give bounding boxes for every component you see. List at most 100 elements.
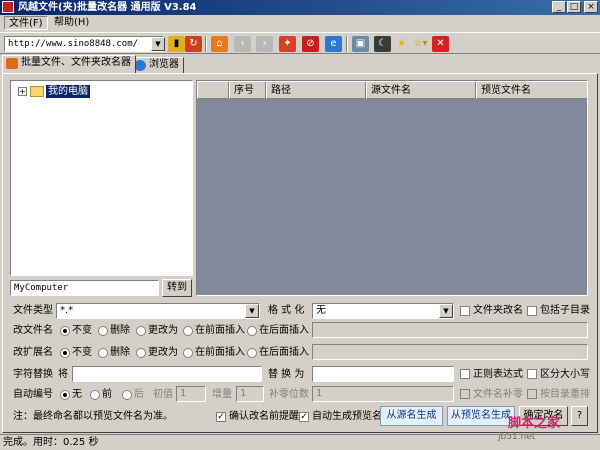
radio-label: 后 (134, 389, 144, 400)
by-dir-label: 按目录重排 (540, 389, 590, 400)
rename-file-radio-suffix[interactable] (247, 326, 257, 336)
rename-ext-radio-prefix[interactable] (183, 348, 193, 358)
folder-rename-checkbox[interactable] (460, 306, 470, 316)
rename-ext-radio-keep[interactable] (60, 348, 70, 358)
stop-icon[interactable]: ⊘ (302, 36, 319, 52)
file-type-dropdown[interactable]: ▼ (245, 304, 259, 318)
watermark-logo: 脚本之家 (508, 416, 561, 431)
rename-file-label: 改文件名 (13, 325, 53, 336)
pause-icon[interactable]: ▮ (168, 36, 185, 52)
folder-tree[interactable]: + 我的电脑 (10, 80, 193, 276)
format-dropdown[interactable]: ▼ (439, 304, 453, 318)
add-favorite-icon[interactable]: ☆▾ (412, 36, 429, 52)
start-input[interactable]: 1 (176, 386, 206, 402)
ie-icon[interactable]: e (325, 36, 342, 52)
start-label: 初值 (153, 389, 173, 400)
confirm-checkbox[interactable]: ✓ (216, 412, 226, 422)
autonum-radio-back[interactable] (122, 390, 132, 400)
case-checkbox[interactable] (527, 369, 537, 379)
tab-batch-rename[interactable]: 批量文件、文件夹改名器 (2, 55, 136, 73)
gen-from-preview-button[interactable]: 从预览名生成 (447, 406, 515, 426)
radio-label: 在后面插入 (259, 347, 309, 358)
app-window: 风越文件(夹)批量改名器 通用版 V3.84 _ □ × 文件(F) 帮助(H)… (0, 0, 600, 450)
autonum-radio-front[interactable] (90, 390, 100, 400)
minimize-button[interactable]: _ (552, 1, 566, 13)
url-dropdown-button[interactable]: ▼ (151, 37, 165, 51)
regex-checkbox[interactable] (460, 369, 470, 379)
rename-file-radio-keep[interactable] (60, 326, 70, 336)
step-input[interactable]: 1 (236, 386, 264, 402)
rename-file-radio-prefix[interactable] (183, 326, 193, 336)
rename-ext-label: 改扩展名 (13, 347, 53, 358)
autonum-label: 自动编号 (13, 389, 53, 400)
auto-preview-checkbox[interactable]: ✓ (299, 412, 309, 422)
replace-from-input[interactable] (72, 366, 262, 382)
grid-col-source-name[interactable]: 源文件名 (366, 81, 476, 99)
status-bar: 完成。用时：0.25 秒 (0, 434, 600, 450)
tab-batch-rename-label: 批量文件、文件夹改名器 (21, 57, 131, 68)
tab-browser[interactable]: 浏览器 (130, 57, 184, 73)
tab-strip: 批量文件、文件夹改名器 浏览器 (0, 55, 600, 73)
refresh-icon[interactable]: ↻ (185, 36, 202, 52)
rename-file-radio-delete[interactable] (98, 326, 108, 336)
close-red-icon[interactable]: ✕ (432, 36, 449, 52)
grid-col-index[interactable]: 序号 (229, 81, 266, 99)
radio-label: 不变 (72, 325, 92, 336)
window-icon[interactable]: ▣ (352, 36, 369, 52)
star-icon[interactable]: ★ (393, 36, 410, 52)
file-pad-checkbox[interactable] (460, 389, 470, 399)
radio-label: 在后面插入 (259, 325, 309, 336)
include-sub-label: 包括子目录 (540, 305, 590, 316)
replace-to-input[interactable] (312, 366, 454, 382)
back-icon[interactable]: ‹ (234, 36, 251, 52)
rename-ext-input[interactable] (312, 344, 588, 360)
step-label: 增量 (212, 389, 232, 400)
toolbar: http://www.sino8848.com/ ▼ ▮ ↻ ⌂ ‹ › ✦ ⊘… (0, 32, 600, 54)
home-icon[interactable]: ⌂ (211, 36, 228, 52)
autonum-radio-none[interactable] (60, 390, 70, 400)
grid-col-check[interactable] (197, 81, 229, 99)
forward-icon[interactable]: › (256, 36, 273, 52)
rename-file-input[interactable] (312, 322, 588, 338)
radio-label: 不变 (72, 347, 92, 358)
maximize-button[interactable]: □ (567, 1, 581, 13)
file-grid[interactable]: 序号 路径 源文件名 预览文件名 (196, 80, 588, 296)
radio-label: 前 (102, 389, 112, 400)
confirm-label: 确认改名前提醒 (229, 411, 299, 422)
grid-col-path[interactable]: 路径 (266, 81, 366, 99)
gen-from-source-button[interactable]: 从源名生成 (380, 406, 443, 426)
format-select[interactable]: 无 (312, 303, 454, 319)
tools-icon[interactable]: ✦ (279, 36, 296, 52)
status-text: 完成。用时：0.25 秒 (3, 437, 99, 448)
folder-rename-label: 文件夹改名 (473, 305, 523, 316)
moon-icon[interactable]: ☾ (374, 36, 391, 52)
radio-label: 更改为 (148, 325, 178, 336)
rename-file-radio-change[interactable] (136, 326, 146, 336)
menu-file[interactable]: 文件(F) (4, 16, 48, 30)
pad-input[interactable]: 1 (312, 386, 454, 402)
url-input[interactable]: http://www.sino8848.com/ (4, 36, 164, 52)
radio-label: 无 (72, 389, 82, 400)
grid-col-preview-name[interactable]: 预览文件名 (476, 81, 587, 99)
close-button[interactable]: × (584, 1, 598, 13)
rename-ext-radio-delete[interactable] (98, 348, 108, 358)
include-sub-checkbox[interactable] (527, 306, 537, 316)
menu-help[interactable]: 帮助(H) (50, 16, 93, 30)
file-type-select[interactable]: *.* (56, 303, 260, 319)
tree-item-my-computer[interactable]: 我的电脑 (46, 85, 90, 98)
file-pad-label: 文件名补零 (473, 389, 523, 400)
toolbar-separator (346, 36, 348, 52)
folder-icon (30, 86, 44, 97)
note-text: 注：最终命名都以预览文件名为准。 (13, 411, 173, 422)
by-dir-checkbox[interactable] (527, 389, 537, 399)
path-input[interactable]: MyComputer (10, 280, 159, 296)
rename-ext-radio-change[interactable] (136, 348, 146, 358)
rename-ext-radio-suffix[interactable] (247, 348, 257, 358)
help-button[interactable]: ? (571, 406, 588, 426)
tree-expand-toggle[interactable]: + (18, 87, 27, 96)
tab-browser-label: 浏览器 (149, 59, 179, 70)
go-button[interactable]: 转到 (162, 279, 192, 297)
window-title: 风越文件(夹)批量改名器 通用版 V3.84 (18, 2, 197, 13)
app-icon (2, 1, 14, 13)
radio-label: 删除 (110, 325, 130, 336)
